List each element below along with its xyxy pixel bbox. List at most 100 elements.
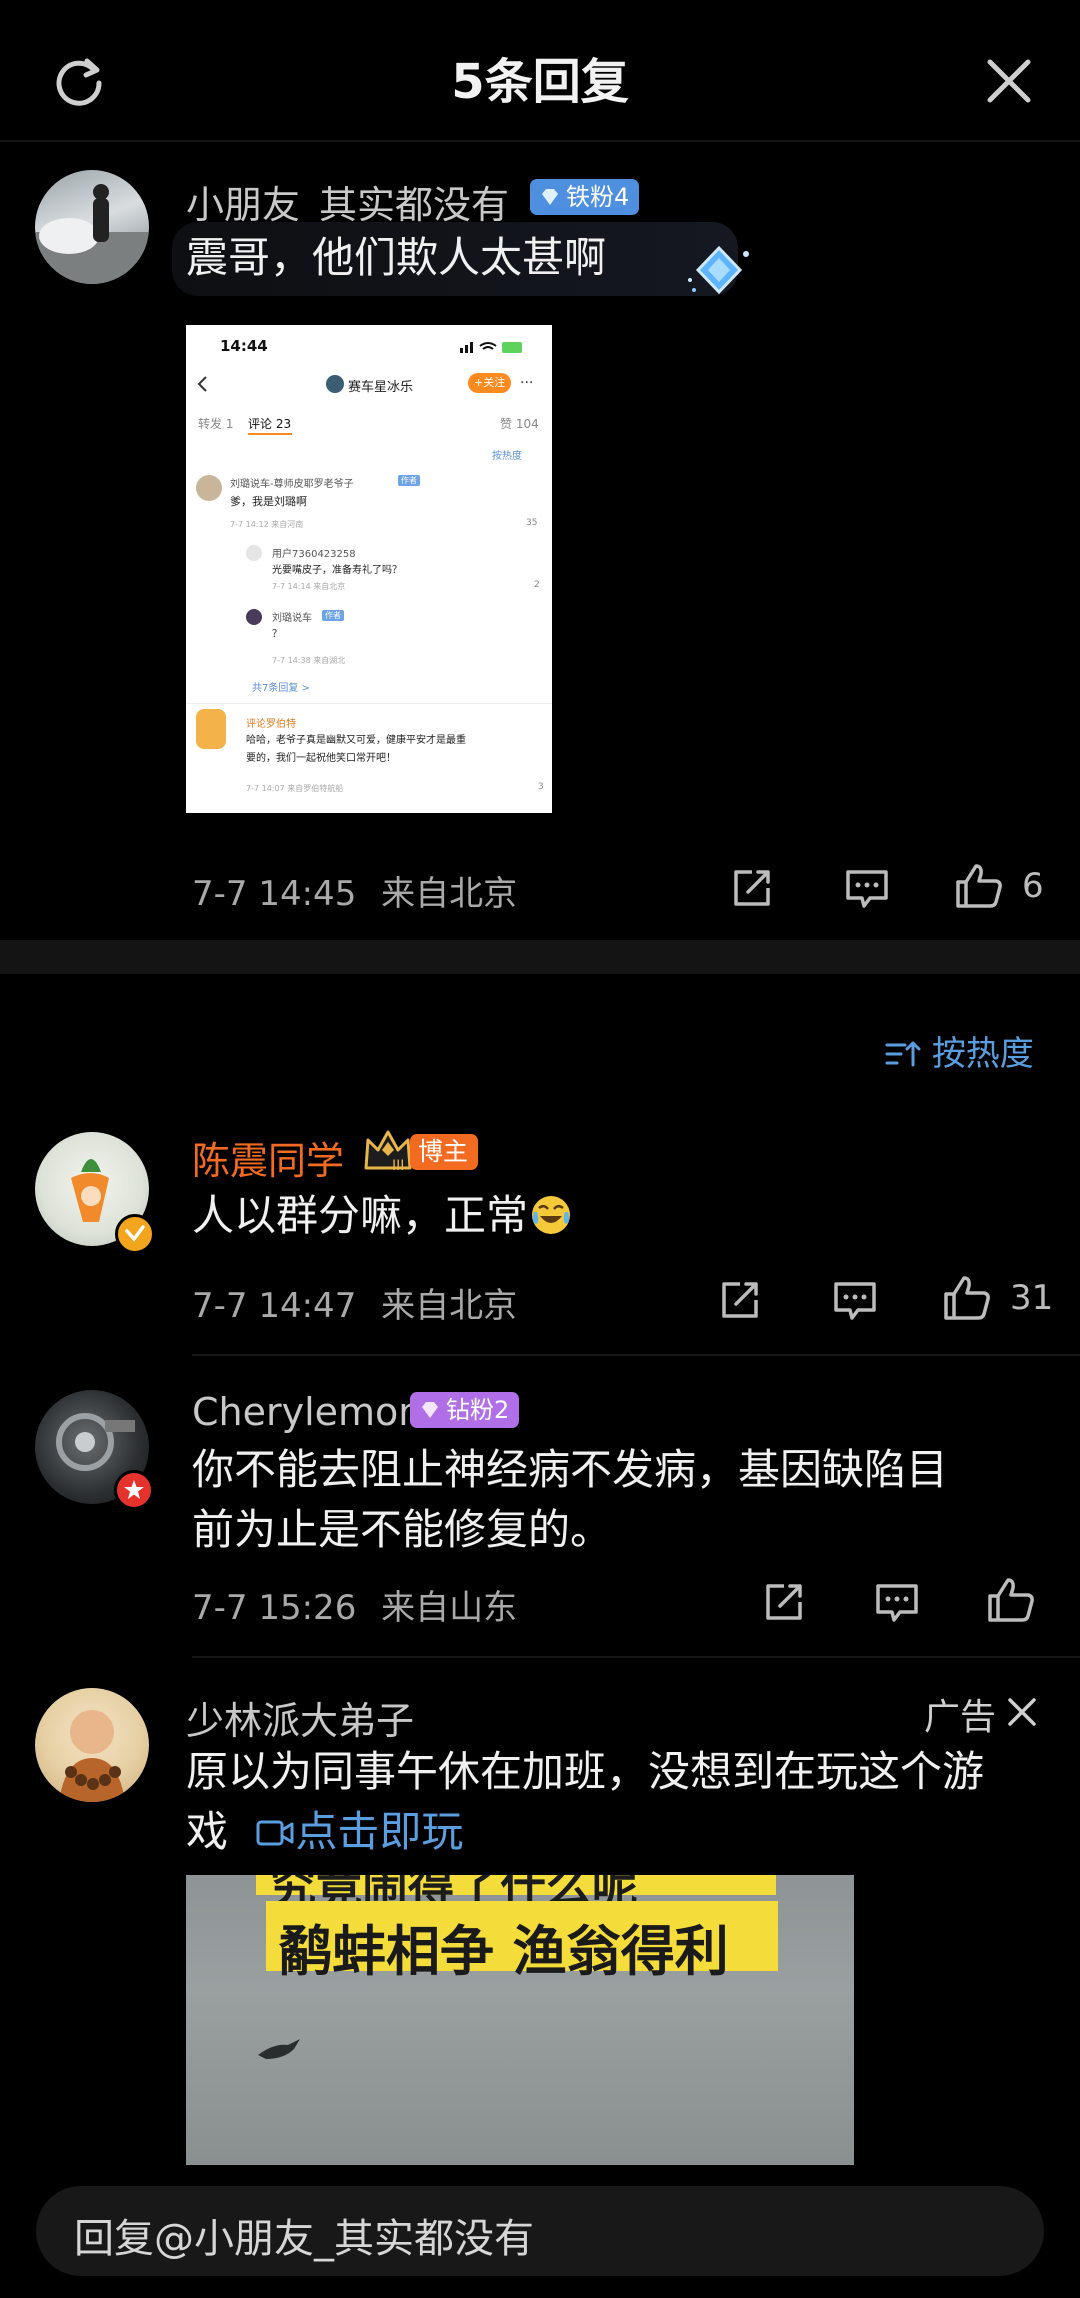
like-icon[interactable] [954,862,1004,910]
image-c2-likes: 3 [538,782,544,792]
image-sort-label: 按热度 [492,451,522,462]
member-icon [114,1470,154,1510]
image-r1-likes: 2 [534,580,540,590]
image-r1-text: 光要嘴皮子，准备寿礼了吗？ [272,565,402,576]
header-divider [0,140,1080,142]
comment-icon[interactable] [874,1580,920,1624]
image-r2-name: 刘璐说车 [272,613,312,624]
reply-username[interactable]: Cherylemon [192,1390,422,1434]
image-c2-meta: 7-7 14:07 来自罗伯特航船 [246,784,344,793]
comment-location: 来自北京 [381,874,518,914]
image-status-time: 14:44 [220,337,268,355]
image-r2-avatar [246,609,262,625]
share-icon[interactable] [762,1580,806,1624]
image-follow-button: +关注 [468,373,512,393]
blogger-badge: 博主 [410,1134,479,1170]
ad-image-caption2: 鹬蚌相争 渔翁得利 [278,1920,729,1983]
image-c1-text: 爹，我是刘璐啊 [230,495,307,508]
image-r2-tag: 作者 [322,610,344,621]
reply-meta: 7-7 14:47 来自北京 [192,1278,517,1327]
image-c1-tag: 作者 [398,475,420,486]
comment-text: 震哥，他们欺人太甚啊 [186,233,607,282]
image-c1-likes: 35 [526,518,538,528]
image-c2-name: 评论罗伯特 [246,719,296,730]
fan-badge[interactable]: 钻粉2 [410,1392,520,1428]
ad-video-image[interactable]: 究竟闹得了什么呢 鹬蚌相争 渔翁得利 [186,1875,854,2165]
like-icon[interactable] [942,1274,992,1322]
fan-badge-label: 钻粉2 [446,1396,510,1424]
bird-icon [258,2039,300,2059]
comment-image[interactable]: 14:44 赛车星冰乐 +关注 ··· 转发 1 评论 23 赞 104 按热度… [186,325,552,813]
reply-time: 7-7 15:26 [192,1588,357,1628]
reply-text: 人以群分嘛，正常 [192,1186,572,1246]
fan-badge-label: 铁粉4 [566,183,630,211]
sort-button[interactable]: 按热度 [885,1026,1034,1075]
comment-icon[interactable] [844,866,890,910]
reply-location: 来自山东 [381,1588,518,1628]
video-icon [256,1820,294,1846]
play-cta-label: 点击即玩 [295,1807,464,1856]
image-r2-meta: 7-7 14:38 来自湖北 [272,656,346,665]
avatar[interactable] [35,1688,149,1802]
avatar[interactable] [35,170,149,284]
share-icon[interactable] [718,1278,762,1322]
crown-icon: III [362,1126,414,1176]
comment-icon[interactable] [832,1278,878,1322]
comment-time: 7-7 14:45 [192,874,357,914]
image-tab-repost: 转发 1 [198,417,234,431]
ad-username[interactable]: 少林派大弟子 [186,1690,414,1745]
reply-input-placeholder[interactable]: 回复@小朋友_其实都没有 [74,2206,534,2264]
image-c1-name: 刘璐说车-尊师皮耶罗老爷子 [230,479,354,490]
ad-text-line2: 戏 点击即玩 [186,1802,463,1862]
image-c1-avatar [196,475,222,501]
like-icon[interactable] [986,1576,1036,1624]
image-c2-text2: 要的，我们一起祝他笑口常开吧！ [246,753,396,764]
reply-meta: 7-7 15:26 来自山东 [192,1580,517,1629]
like-count: 31 [1010,1278,1054,1318]
page-title: 5条回复 [451,54,629,110]
reply-time: 7-7 14:47 [192,1286,357,1326]
sort-label: 按热度 [931,1034,1034,1074]
ad-text-line1: 原以为同事午休在加班，没想到在玩这个游 [186,1747,985,1796]
sort-icon [885,1041,921,1067]
ad-text-tail: 戏 [186,1807,229,1856]
reply-text-line1: 你不能去阻止神经病不发病，基因缺陷目 [192,1445,949,1494]
close-icon[interactable] [980,52,1038,110]
like-count: 6 [1022,866,1044,906]
section-divider [0,940,1080,974]
image-account-name: 赛车星冰乐 [348,380,414,395]
reply-text-content: 人以群分嘛，正常 [192,1191,529,1240]
laugh-cry-emoji [532,1196,571,1234]
image-tab-comment: 评论 23 [248,417,292,431]
play-cta[interactable]: 点击即玩 [255,1807,463,1856]
image-tab-like: 赞 104 [500,417,539,431]
image-r2-text: ？ [272,629,282,640]
image-c2-text1: 哈哈，老爷子真是幽默又可爱，健康平安才是最重 [246,735,466,746]
image-divider [186,703,552,704]
reply-text-line2: 前为止是不能修复的。 [192,1505,613,1554]
image-c2-avatar [196,709,226,749]
reply-divider [192,1656,1080,1658]
image-more-icon: ··· [520,375,534,391]
reply-location: 来自北京 [381,1286,518,1326]
fan-badge[interactable]: 铁粉4 [530,179,640,215]
close-icon[interactable] [1006,1696,1038,1728]
reply-divider [192,1354,1080,1356]
share-icon[interactable] [730,866,774,910]
header-bar: 5条回复 [0,0,1080,140]
image-account-avatar [326,375,344,393]
image-more-replies: 共7条回复 > [252,683,310,694]
comment-meta: 7-7 14:45 来自北京 [192,866,517,915]
image-tab-indicator [248,433,292,435]
image-r1-name: 用户7360423258 [272,549,356,560]
comment-username[interactable]: 小朋友_其实都没有 [186,174,509,229]
svg-text:III: III [392,1158,404,1174]
image-c1-meta: 7-7 14:12 来自河南 [230,520,304,529]
image-back-icon [196,375,208,397]
diamond-bubble-icon [682,240,756,308]
verified-icon [115,1214,155,1254]
diamond-icon [542,189,558,205]
image-status-icons [460,339,524,358]
reply-username[interactable]: 陈震同学 [192,1130,344,1185]
ad-label: 广告 [924,1697,997,1738]
